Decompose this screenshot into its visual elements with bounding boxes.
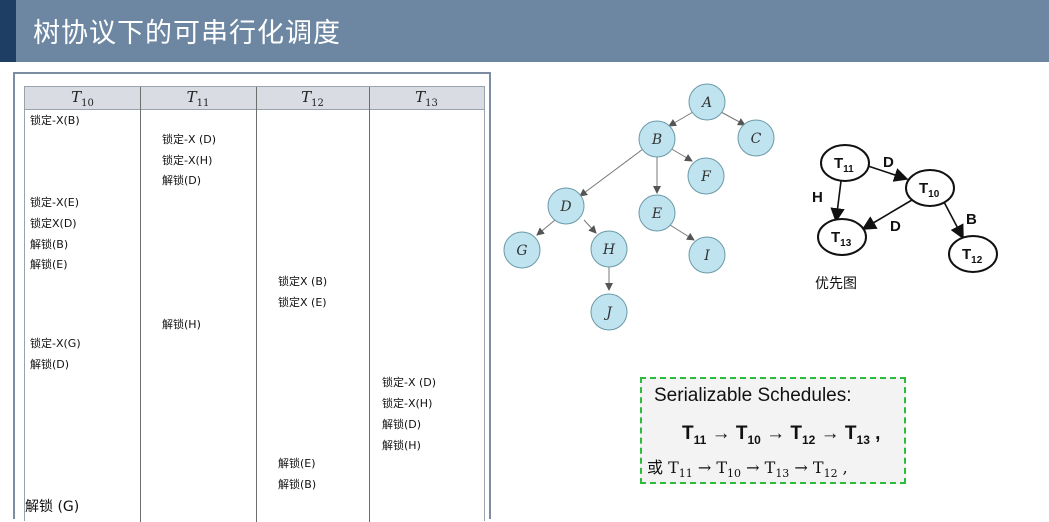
tree-label: F <box>700 169 712 185</box>
tree-edge <box>669 224 695 241</box>
graph-edge-label: D <box>883 154 894 171</box>
schedule-entry: 锁定X (B) <box>278 275 328 288</box>
tree-edge <box>720 111 746 126</box>
column-divider <box>140 87 141 522</box>
column-divider <box>369 87 370 522</box>
schedule-entry: 解锁(D) <box>30 358 70 371</box>
schedule-entry: 锁定-X (D) <box>162 133 217 146</box>
schedule-entry: 解锁(E) <box>278 457 316 470</box>
precedence-graph: T11 T10 T13 T12 D H D B <box>812 144 998 273</box>
graph-node-t10 <box>905 169 955 207</box>
schedule-table-panel: T10 T11 T12 T13 锁定-X(B) 锁定-X (D) 锁定-X(H)… <box>13 72 491 522</box>
tree-label: H <box>602 242 616 258</box>
schedule-entry: 锁定X(D) <box>30 217 77 230</box>
header-t10: T10 <box>71 88 94 109</box>
schedule-entry: 锁定-X (D) <box>382 376 437 389</box>
tree-label: D <box>559 199 571 215</box>
title-accent <box>0 0 16 62</box>
graph-edge <box>861 199 913 230</box>
tree-edge <box>669 147 693 162</box>
schedule-entry: 解锁(H) <box>162 318 201 331</box>
schedule-entry: 解锁(D) <box>162 174 202 187</box>
page-title: 树协议下的可串行化调度 <box>33 18 341 49</box>
tree-edge <box>668 111 694 127</box>
graph-edge-label: H <box>812 189 823 206</box>
graph-edge <box>830 180 845 223</box>
header-t13: T13 <box>415 88 438 109</box>
tree-label: E <box>651 206 662 222</box>
tree-label: I <box>703 248 710 264</box>
schedule-entry: 解锁(H) <box>382 439 421 452</box>
graph-edge-label: B <box>966 211 977 228</box>
schedule-entry: 锁定-X(H) <box>162 154 213 167</box>
serial-order-alternative: 或 T11 → T10 → T13 → T12 , <box>647 458 848 481</box>
schedule-entry: 锁定-X(E) <box>30 196 80 209</box>
tree-label: B <box>651 132 662 148</box>
tree-edge <box>579 148 644 197</box>
tree-edge <box>536 219 556 236</box>
tree-label: A <box>700 95 712 111</box>
tree-diagram: A B C D E F G H I J <box>503 83 775 331</box>
schedule-entry: 解锁(B) <box>30 238 69 251</box>
schedule-entry: 锁定-X(H) <box>382 397 433 410</box>
schedule-entry: 锁定X (E) <box>278 296 327 309</box>
tree-label: G <box>516 243 527 259</box>
schedule-entry: 解锁 (G) <box>25 499 80 515</box>
graph-node-t12 <box>948 235 998 273</box>
serializable-title: Serializable Schedules: <box>654 385 852 406</box>
schedule-entry: 锁定-X(B) <box>30 114 80 127</box>
tree-label: C <box>751 131 762 147</box>
graph-node-t13 <box>817 218 867 256</box>
serializable-schedules-box: Serializable Schedules: T11 → T10 → T12 … <box>640 377 906 484</box>
graph-edge-label: D <box>890 218 901 235</box>
schedule-entry: 解锁(E) <box>30 258 68 271</box>
tree-edge <box>583 219 597 234</box>
column-divider <box>256 87 257 522</box>
graph-edge <box>943 201 964 240</box>
schedule-entry: 解锁(D) <box>382 418 422 431</box>
schedule-entry: 锁定-X(G) <box>30 337 81 350</box>
header-t12: T12 <box>301 88 324 109</box>
schedule-header-row: T10 T11 T12 T13 <box>25 87 484 110</box>
graph-node-t11 <box>820 144 870 182</box>
graph-caption: 优先图 <box>815 276 857 292</box>
schedule-entry: 解锁(B) <box>278 478 317 491</box>
schedule-table: T10 T11 T12 T13 锁定-X(B) 锁定-X (D) 锁定-X(H)… <box>24 86 485 522</box>
serial-order-primary: T11 → T10 → T12 → T13 , <box>682 423 881 447</box>
header-t11: T11 <box>186 88 210 109</box>
